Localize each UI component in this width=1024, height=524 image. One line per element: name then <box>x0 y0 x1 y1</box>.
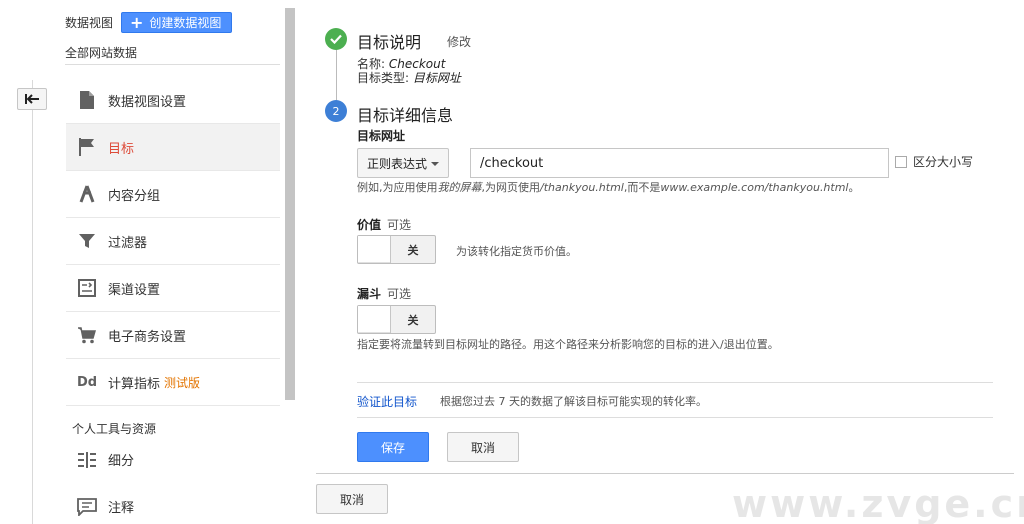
back-button[interactable] <box>17 88 47 110</box>
example-text: ,为网页使用 <box>481 181 541 194</box>
sidebar-item-view-settings[interactable]: 数据视图设置 <box>66 77 280 124</box>
document-icon <box>76 89 98 111</box>
divider <box>357 417 993 418</box>
destination-label: 目标网址 <box>357 129 406 143</box>
toggle-state: 关 <box>407 313 419 327</box>
example-text: ,而不是 <box>623 181 661 194</box>
value-hint: 为该转化指定货币价值。 <box>456 245 577 258</box>
example-text: 例如,为应用使用 <box>357 181 438 194</box>
match-type-select[interactable]: 正则表达式 <box>357 148 449 178</box>
annotation-icon <box>76 496 98 518</box>
sidebar-item-label: 计算指标 <box>108 376 161 392</box>
example-page: /thankyou.html <box>540 181 624 194</box>
destination-input[interactable] <box>470 148 889 178</box>
tools-menu: 细分 注释 <box>66 436 280 524</box>
check-icon <box>325 28 347 50</box>
sidebar-item-label: 渠道设置 <box>108 282 161 298</box>
beta-badge: 测试版 <box>164 375 201 390</box>
goal-type-value: 目标网址 <box>412 71 461 85</box>
example-app: 我的屏幕 <box>437 181 482 194</box>
edit-link[interactable]: 修改 <box>447 33 471 50</box>
view-header: 数据视图 + 创建数据视图 <box>65 12 233 33</box>
dd-icon: Dd <box>76 374 98 390</box>
verify-goal-link[interactable]: 验证此目标 <box>357 393 417 410</box>
divider <box>357 382 993 383</box>
sidebar-item-label: 数据视图设置 <box>108 94 187 110</box>
divider <box>65 64 280 65</box>
sidebar-item-label: 细分 <box>108 454 135 469</box>
create-view-button[interactable]: + 创建数据视图 <box>121 12 233 33</box>
sidebar-item-label: 过滤器 <box>108 235 148 251</box>
view-label: 数据视图 <box>65 16 114 30</box>
destination-example: 例如,为应用使用我的屏幕,为网页使用/thankyou.html,而不是www.… <box>357 179 860 195</box>
sidebar-item-label: 目标 <box>108 141 135 157</box>
step-number-badge: 2 <box>325 100 347 122</box>
back-arrow-icon <box>25 94 39 104</box>
sidebar-item-label: 内容分组 <box>108 188 161 204</box>
sidebar-item-segments[interactable]: 细分 <box>66 436 280 483</box>
divider <box>316 473 1014 474</box>
value-label: 价值 <box>357 218 382 232</box>
example-full-url: www.example.com/thankyou.html <box>660 181 849 194</box>
plus-icon: + <box>130 12 144 32</box>
admin-menu: 数据视图设置 目标 内容分组 过滤器 渠道设置 电子商务设置 Dd 计算指标 测… <box>66 77 280 406</box>
sidebar-item-annotations[interactable]: 注释 <box>66 483 280 524</box>
left-rail <box>32 80 33 524</box>
cancel-button[interactable]: 取消 <box>447 432 519 462</box>
toggle-state: 关 <box>407 243 419 257</box>
example-text: 。 <box>848 181 860 194</box>
watermark: www.zvge.cn <box>732 482 1024 524</box>
value-toggle[interactable]: 关 <box>357 235 436 264</box>
toggle-knob <box>358 236 391 263</box>
channel-settings-icon <box>76 277 98 299</box>
funnel-label: 漏斗 <box>357 287 382 301</box>
case-sensitive-checkbox[interactable] <box>895 155 907 168</box>
tools-section-title: 个人工具与资源 <box>72 422 157 436</box>
caret-down-icon <box>431 162 439 166</box>
flag-icon <box>76 136 98 158</box>
sidebar-item-label: 电子商务设置 <box>108 329 187 345</box>
toggle-knob <box>358 306 391 333</box>
goal-type-label: 目标类型: <box>357 71 410 85</box>
create-view-label: 创建数据视图 <box>149 16 222 30</box>
funnel-hint: 指定要将流量转到目标网址的路径。用这个路径来分析影响您的目标的进入/退出位置。 <box>357 338 779 351</box>
sidebar-item-label: 注释 <box>108 501 135 516</box>
verify-description: 根据您过去 7 天的数据了解该目标可能实现的转化率。 <box>440 395 707 408</box>
filter-icon <box>76 230 98 252</box>
site-data-label: 全部网站数据 <box>65 46 138 60</box>
goal-editor: 目标说明 修改 名称: Checkout 目标类型: 目标网址 2 目标详细信息… <box>316 0 1016 524</box>
sidebar-item-goals[interactable]: 目标 <box>66 124 280 171</box>
value-label-row: 价值 可选 <box>357 216 411 233</box>
case-sensitive-label: 区分大小写 <box>913 155 974 169</box>
footer-cancel-button[interactable]: 取消 <box>316 484 388 514</box>
cart-icon <box>76 324 98 346</box>
save-button[interactable]: 保存 <box>357 432 429 462</box>
case-sensitive-option[interactable]: 区分大小写 <box>895 153 973 170</box>
match-type-value: 正则表达式 <box>367 156 428 171</box>
sidebar-item-content-grouping[interactable]: 内容分组 <box>66 171 280 218</box>
sidebar-item-channel-settings[interactable]: 渠道设置 <box>66 265 280 312</box>
value-optional: 可选 <box>387 218 412 232</box>
goal-details-title: 目标详细信息 <box>357 106 454 125</box>
goal-description-title: 目标说明 <box>357 33 422 52</box>
step-connector <box>336 46 337 104</box>
segments-icon <box>76 449 98 471</box>
sidebar-item-ecommerce[interactable]: 电子商务设置 <box>66 312 280 359</box>
sidebar-item-filters[interactable]: 过滤器 <box>66 218 280 265</box>
funnel-optional: 可选 <box>387 287 412 301</box>
sidebar-item-calculated-metrics[interactable]: Dd 计算指标 测试版 <box>66 359 280 406</box>
content-grouping-icon <box>76 183 98 205</box>
funnel-label-row: 漏斗 可选 <box>357 285 411 302</box>
goal-type-line: 目标类型: 目标网址 <box>357 69 461 86</box>
funnel-toggle[interactable]: 关 <box>357 305 436 334</box>
sidebar-scrollbar[interactable] <box>285 8 295 400</box>
sidebar: 数据视图 + 创建数据视图 全部网站数据 数据视图设置 目标 内容分组 过滤器 … <box>56 0 282 524</box>
